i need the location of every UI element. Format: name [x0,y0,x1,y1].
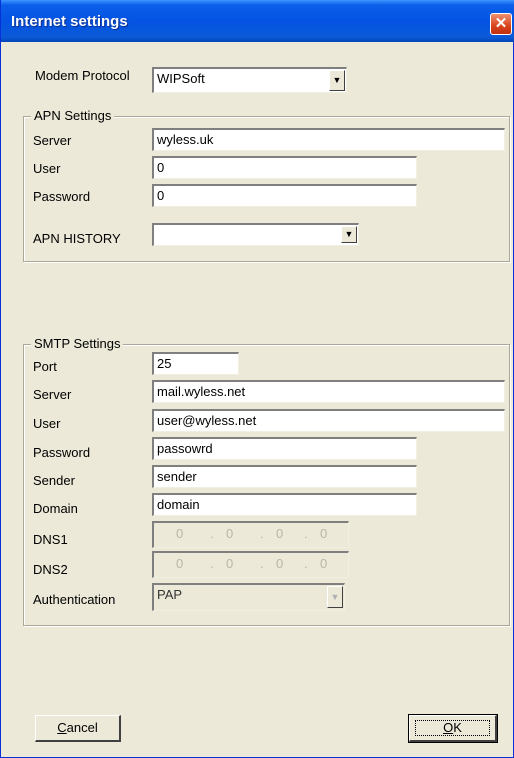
close-icon: ✕ [494,15,508,32]
dns2-dot: . [304,556,308,571]
dns1-octet-3: 0 [276,526,284,541]
dns2-octet-4: 0 [320,556,328,571]
smtp-user-value: user@wyless.net [157,413,257,428]
dns2-octet-2: 0 [226,556,234,571]
authentication-value: PAP [157,587,183,602]
smtp-server-label: Server [33,387,72,402]
cancel-mnemonic: C [57,720,67,735]
dns2-label: DNS2 [33,562,68,577]
dns1-dot: . [210,526,214,541]
chevron-down-icon: ▼ [327,586,343,608]
smtp-port-label: Port [33,359,57,374]
apn-history-label: APN HISTORY [33,231,121,246]
dns1-octet-1: 0 [176,526,184,541]
title-bar[interactable]: Internet settings ✕ [1,0,514,42]
dns2-octet-3: 0 [276,556,284,571]
cancel-label: ancel [66,720,98,735]
modem-protocol-value: WIPSoft [157,71,205,86]
authentication-label: Authentication [33,592,116,607]
apn-server-input[interactable]: wyless.uk [152,128,505,151]
window-title: Internet settings [11,13,128,30]
apn-user-input[interactable]: 0 [152,156,417,179]
chevron-down-icon[interactable]: ▼ [329,70,345,91]
dns1-dot: . [304,526,308,541]
smtp-port-input[interactable]: 25 [152,352,239,375]
dns1-octet-2: 0 [226,526,234,541]
chevron-down-icon[interactable]: ▼ [341,226,357,243]
dns2-octet-1: 0 [176,556,184,571]
dns1-dot: . [260,526,264,541]
apn-history-select[interactable]: ▼ [152,223,359,246]
smtp-password-input[interactable]: passowrd [152,437,417,460]
apn-user-value: 0 [157,160,165,175]
smtp-password-label: Password [33,445,91,460]
cancel-button[interactable]: Cancel [35,715,121,742]
dns2-dot: . [210,556,214,571]
apn-password-label: Password [33,189,91,204]
smtp-password-value: passowrd [157,441,213,456]
smtp-domain-input[interactable]: domain [152,493,417,516]
apn-user-label: User [33,161,61,176]
apn-server-value: wyless.uk [157,132,214,147]
dns2-ip-field: 0 . 0 . 0 . 0 [152,551,349,578]
dns1-label: DNS1 [33,532,68,547]
smtp-domain-label: Domain [33,501,78,516]
close-button[interactable]: ✕ [490,13,512,35]
apn-password-value: 0 [157,188,165,203]
dns1-octet-4: 0 [320,526,328,541]
internet-settings-dialog: Internet settings ✕ Modem Protocol WIPSo… [0,0,514,758]
smtp-domain-value: domain [157,497,200,512]
smtp-user-input[interactable]: user@wyless.net [152,409,505,432]
smtp-sender-label: Sender [33,473,75,488]
focus-rectangle [415,720,490,736]
apn-settings-title: APN Settings [31,108,115,123]
modem-protocol-label: Modem Protocol [35,68,130,83]
smtp-server-value: mail.wyless.net [157,384,246,399]
authentication-select[interactable]: PAP ▼ [152,583,345,611]
smtp-user-label: User [33,416,61,431]
smtp-port-value: 25 [157,356,172,371]
smtp-sender-input[interactable]: sender [152,465,417,488]
modem-protocol-select[interactable]: WIPSoft ▼ [152,67,347,93]
dns2-dot: . [260,556,264,571]
ok-button[interactable]: OK [408,714,498,743]
smtp-sender-value: sender [157,469,197,484]
smtp-settings-title: SMTP Settings [31,336,124,351]
apn-server-label: Server [33,133,72,148]
dns1-ip-field: 0 . 0 . 0 . 0 [152,521,349,548]
apn-password-input[interactable]: 0 [152,184,417,207]
smtp-server-input[interactable]: mail.wyless.net [152,380,505,403]
